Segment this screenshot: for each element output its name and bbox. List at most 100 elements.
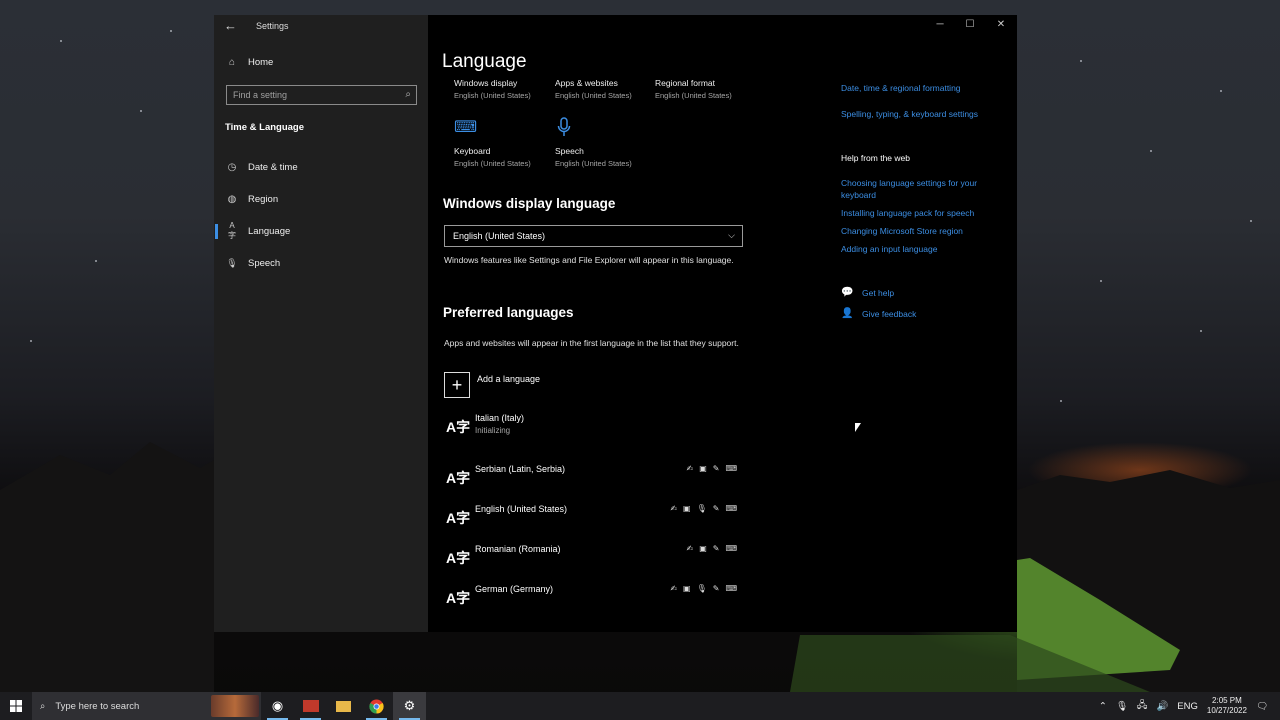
- clock[interactable]: 2:05 PM 10/27/2022: [1207, 696, 1247, 716]
- sidebar-item-date-time[interactable]: ◷ Date & time: [214, 151, 428, 183]
- language-features: ✍ ▣ 🎙 ✎ ⌨: [670, 584, 737, 593]
- link-help-speech[interactable]: Installing language pack for speech: [841, 207, 1001, 219]
- input-language-indicator[interactable]: ENG: [1177, 701, 1198, 712]
- get-help-label: Get help: [862, 287, 895, 298]
- settings-app-icon[interactable]: ⚙: [393, 692, 426, 720]
- video-app-icon[interactable]: [294, 692, 327, 720]
- mouse-pointer: [855, 423, 861, 432]
- add-language-button[interactable]: + Add a language: [444, 372, 540, 398]
- language-name: Serbian (Latin, Serbia): [475, 464, 566, 474]
- handwriting-icon: ✎: [712, 584, 720, 593]
- tile-value: English (United States): [454, 91, 531, 100]
- tile-label: Speech: [555, 146, 584, 156]
- speech-recognition-icon: 🎙: [696, 504, 707, 513]
- clock-time: 2:05 PM: [1212, 696, 1242, 705]
- sidebar-item-label: Speech: [248, 257, 281, 269]
- notification-icon[interactable]: 🗨: [1256, 701, 1268, 712]
- handwriting-icon: ✎: [712, 504, 720, 513]
- nav-home[interactable]: ⌂ Home: [226, 57, 273, 68]
- link-help-store-region[interactable]: Changing Microsoft Store region: [841, 225, 1001, 237]
- sidebar-item-speech[interactable]: 🎙 Speech: [214, 247, 428, 279]
- search-highlight-image: [211, 695, 259, 717]
- taskbar-search-input[interactable]: ⌕ Type here to search: [32, 692, 261, 720]
- sidebar: ← Settings ⌂ Home Find a setting ⌕ Time …: [214, 15, 428, 632]
- link-help-keyboard[interactable]: Choosing language settings for your keyb…: [841, 177, 1001, 201]
- basic-typing-icon: ⌨: [725, 584, 737, 593]
- minimize-button[interactable]: ─: [925, 19, 955, 30]
- keyboard-icon: ⌨: [454, 119, 478, 136]
- sidebar-item-language[interactable]: A字 Language: [214, 215, 428, 247]
- sidebar-item-region[interactable]: ◍ Region: [214, 183, 428, 215]
- tile-value: English (United States): [555, 91, 632, 100]
- language-row-english[interactable]: A字 English (United States) ✍ ▣ 🎙 ✎ ⌨: [444, 504, 744, 540]
- microphone-icon: [557, 117, 571, 142]
- back-arrow-icon[interactable]: ←: [224, 19, 238, 33]
- link-date-time-regional[interactable]: Date, time & regional formatting: [841, 82, 1001, 94]
- language-row-italian[interactable]: A字 Italian (Italy) Initializing: [444, 413, 744, 449]
- taskbar-search-placeholder: Type here to search: [55, 700, 140, 712]
- tile-windows-display[interactable]: Windows display English (United States): [454, 78, 531, 100]
- tile-regional-format[interactable]: Regional format English (United States): [655, 78, 732, 100]
- sidebar-item-label: Language: [248, 225, 291, 237]
- start-button[interactable]: [0, 692, 32, 720]
- sidebar-item-label: Region: [248, 193, 279, 205]
- screen-recorder-app-icon[interactable]: ◉: [261, 692, 294, 720]
- search-input[interactable]: Find a setting ⌕: [226, 85, 417, 105]
- link-help-input-language[interactable]: Adding an input language: [841, 243, 1001, 255]
- language-icon: A字: [446, 510, 471, 526]
- handwriting-icon: ✎: [712, 464, 720, 473]
- search-icon: ⌕: [405, 89, 411, 100]
- give-feedback-label: Give feedback: [862, 308, 917, 319]
- nav-home-label: Home: [248, 57, 274, 68]
- chevron-down-icon: ⌵: [728, 230, 735, 240]
- display-language-icon: ✍: [670, 504, 678, 513]
- get-help-link[interactable]: 💬 Get help: [841, 287, 894, 298]
- give-feedback-link[interactable]: 👤 Give feedback: [841, 308, 916, 319]
- language-name: English (United States): [475, 504, 568, 514]
- display-language-icon: ✍: [686, 544, 694, 553]
- basic-typing-icon: ⌨: [725, 504, 737, 513]
- display-language-select[interactable]: English (United States) ⌵: [444, 225, 743, 247]
- speech-recognition-icon: 🎙: [696, 584, 707, 593]
- tile-apps-websites[interactable]: Apps & websites English (United States): [555, 78, 632, 100]
- tile-value: English (United States): [655, 91, 732, 100]
- link-spelling-typing-keyboard[interactable]: Spelling, typing, & keyboard settings: [841, 108, 1001, 120]
- language-name: Romanian (Romania): [475, 544, 561, 554]
- microphone-icon: 🎙: [226, 257, 238, 268]
- volume-icon[interactable]: 🔊: [1156, 701, 1168, 712]
- language-icon: A字: [446, 550, 471, 566]
- language-name: Italian (Italy): [475, 413, 525, 423]
- network-icon[interactable]: 🖧: [1137, 698, 1148, 714]
- tile-keyboard[interactable]: Keyboard English (United States): [454, 146, 531, 168]
- text-to-speech-icon: ▣: [683, 504, 691, 513]
- calendar-clock-icon: ◷: [227, 161, 237, 173]
- settings-window: ← Settings ⌂ Home Find a setting ⌕ Time …: [214, 15, 1017, 632]
- windows-logo-icon: [10, 700, 22, 712]
- language-status: Initializing: [475, 426, 511, 435]
- basic-typing-icon: ⌨: [725, 544, 737, 553]
- display-language-description: Windows features like Settings and File …: [444, 255, 734, 265]
- language-features: ✍ ▣ ✎ ⌨: [686, 464, 737, 473]
- search-icon: ⌕: [40, 700, 46, 712]
- page-title: Language: [442, 51, 527, 72]
- file-explorer-icon[interactable]: [327, 692, 360, 720]
- preferred-languages-heading: Preferred languages: [443, 305, 574, 320]
- language-row-romanian[interactable]: A字 Romanian (Romania) ✍ ▣ ✎ ⌨: [444, 544, 744, 580]
- text-to-speech-icon: ▣: [683, 584, 691, 593]
- maximize-button[interactable]: ☐: [955, 19, 985, 30]
- basic-typing-icon: ⌨: [725, 464, 737, 473]
- tile-label: Regional format: [655, 78, 716, 88]
- preferred-languages-description: Apps and websites will appear in the fir…: [444, 338, 739, 348]
- text-to-speech-icon: ▣: [699, 544, 707, 553]
- chrome-icon[interactable]: [360, 692, 393, 720]
- microphone-icon[interactable]: 🎙: [1116, 701, 1128, 712]
- tile-value: English (United States): [454, 159, 531, 168]
- language-icon: A字: [228, 221, 236, 240]
- chevron-up-icon[interactable]: ⌃: [1099, 701, 1107, 712]
- close-button[interactable]: ✕: [986, 19, 1016, 30]
- tile-speech[interactable]: Speech English (United States): [555, 146, 632, 168]
- clock-date: 10/27/2022: [1206, 706, 1247, 715]
- language-row-german[interactable]: A字 German (Germany) ✍ ▣ 🎙 ✎ ⌨: [444, 584, 744, 620]
- language-row-serbian[interactable]: A字 Serbian (Latin, Serbia) ✍ ▣ ✎ ⌨: [444, 464, 744, 500]
- handwriting-icon: ✎: [712, 544, 720, 553]
